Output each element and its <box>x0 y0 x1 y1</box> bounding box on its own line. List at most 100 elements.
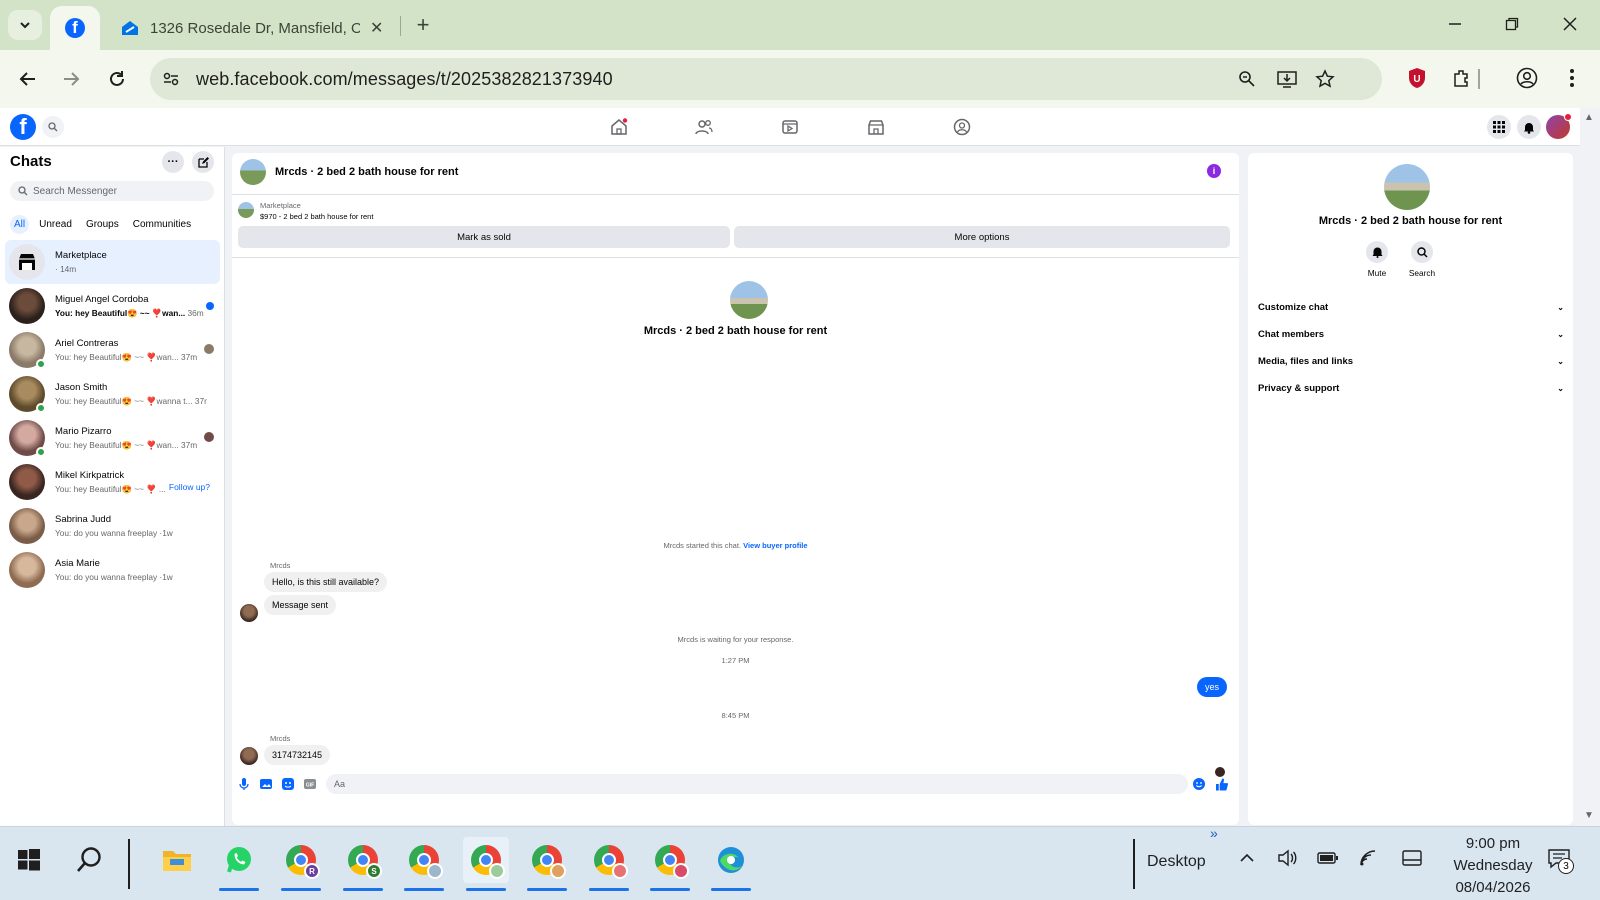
install-app-icon[interactable] <box>1276 68 1298 90</box>
restore-button[interactable] <box>1497 12 1527 36</box>
browser-menu-icon[interactable] <box>1559 65 1585 91</box>
search-messenger-input[interactable]: Search Messenger <box>10 181 214 201</box>
show-hidden-icons-chevron[interactable] <box>1238 849 1256 867</box>
listing-avatar[interactable] <box>240 159 266 185</box>
chat-item-miguel[interactable]: Miguel Angel Cordoba You: hey Beautiful😍… <box>5 284 220 328</box>
chrome-profile-4-button[interactable] <box>463 837 509 891</box>
chat-item-mikel[interactable]: Mikel Kirkpatrick You: hey Beautiful😍 ~~… <box>5 460 220 504</box>
tab-facebook[interactable]: f <box>50 6 100 50</box>
outgoing-message[interactable]: yes <box>1196 677 1227 697</box>
address-bar[interactable]: web.facebook.com/messages/t/202538282137… <box>150 58 1382 100</box>
like-thumb-icon[interactable] <box>1216 778 1228 790</box>
overflow-chevron-icon[interactable]: » <box>1210 825 1218 841</box>
extensions-icon[interactable] <box>1449 65 1475 91</box>
search-conversation-button[interactable]: Search <box>1402 241 1442 278</box>
volume-icon[interactable] <box>1277 849 1297 867</box>
scroll-down-arrow[interactable]: ▼ <box>1584 810 1594 821</box>
profile-badge: S <box>366 863 382 879</box>
incoming-message[interactable]: Message sent <box>264 595 337 615</box>
chrome-profile-5-button[interactable] <box>524 837 570 891</box>
home-nav-icon[interactable] <box>608 116 630 138</box>
whatsapp-button[interactable] <box>216 837 262 891</box>
groups-nav-icon[interactable] <box>951 116 973 138</box>
gif-icon[interactable]: GIF <box>304 778 316 790</box>
emoji-icon[interactable] <box>1193 778 1205 790</box>
new-tab-button[interactable]: + <box>410 12 436 38</box>
notification-center-button[interactable]: 3 <box>1548 849 1576 877</box>
incoming-message[interactable]: 3174732145 <box>264 745 331 765</box>
profile-badge-icon <box>489 863 505 879</box>
attach-image-icon[interactable] <box>260 778 272 790</box>
close-window-button[interactable] <box>1555 12 1585 36</box>
taskbar-search-button[interactable] <box>66 837 112 883</box>
touch-keyboard-icon[interactable] <box>1402 850 1422 866</box>
filter-communities[interactable]: Communities <box>129 215 195 234</box>
filter-groups[interactable]: Groups <box>82 215 123 234</box>
chrome-profile-7-button[interactable] <box>647 837 693 891</box>
listing-price[interactable]: $970 - 2 bed 2 bath house for rent <box>260 212 373 221</box>
file-explorer-button[interactable] <box>154 837 200 883</box>
sender-avatar[interactable] <box>240 604 258 622</box>
chat-members-section[interactable]: Chat members ⌄ <box>1258 323 1564 345</box>
filter-all[interactable]: All <box>10 215 30 234</box>
chats-options-button[interactable]: ··· <box>162 151 184 173</box>
forward-button[interactable] <box>58 66 84 92</box>
close-tab-icon[interactable]: ✕ <box>370 18 383 38</box>
marketplace-nav-icon[interactable] <box>865 116 887 138</box>
site-settings-icon[interactable] <box>160 68 182 90</box>
minimize-button[interactable] <box>1440 12 1470 36</box>
notifications-button[interactable] <box>1517 115 1541 139</box>
incoming-message[interactable]: Hello, is this still available? <box>264 572 388 592</box>
account-avatar[interactable] <box>1546 113 1572 139</box>
friends-nav-icon[interactable] <box>693 116 715 138</box>
zoom-icon[interactable] <box>1236 68 1258 90</box>
chrome-profile-r-button[interactable]: R <box>278 837 324 891</box>
back-button[interactable] <box>15 66 41 92</box>
edge-button[interactable] <box>708 837 754 891</box>
tab-rosedale[interactable]: 1326 Rosedale Dr, Mansfield, O ✕ <box>112 6 396 50</box>
follow-up-link[interactable]: Follow up? <box>169 482 210 492</box>
more-options-button[interactable]: More options <box>734 226 1230 248</box>
bookmark-star-icon[interactable] <box>1314 68 1336 90</box>
listing-thumbnail[interactable] <box>238 202 254 218</box>
info-icon[interactable]: i <box>1207 164 1221 178</box>
reload-button[interactable] <box>104 66 130 92</box>
chats-sidebar: Chats ··· Search Messenger All Unread Gr… <box>0 147 225 827</box>
video-nav-icon[interactable] <box>779 116 801 138</box>
facebook-search-button[interactable] <box>42 116 64 138</box>
battery-icon[interactable] <box>1317 851 1339 865</box>
desktop-label[interactable]: Desktop <box>1147 853 1206 871</box>
chat-item-jason[interactable]: Jason Smith You: hey Beautiful😍 ~~ ❣️wan… <box>5 372 220 416</box>
start-button[interactable] <box>6 837 52 883</box>
sender-avatar[interactable] <box>240 747 258 765</box>
menu-grid-button[interactable] <box>1487 115 1511 139</box>
view-buyer-profile-link[interactable]: View buyer profile <box>743 541 807 550</box>
tab-search-dropdown[interactable] <box>8 10 42 40</box>
media-files-links-section[interactable]: Media, files and links ⌄ <box>1258 350 1564 372</box>
scroll-up-arrow[interactable]: ▲ <box>1584 112 1594 123</box>
info-avatar[interactable] <box>1384 164 1430 210</box>
message-input[interactable]: Aa <box>326 774 1188 794</box>
microphone-icon[interactable] <box>238 778 250 790</box>
mark-as-sold-button[interactable]: Mark as sold <box>238 226 730 248</box>
chat-item-asia[interactable]: Asia Marie You: do you wanna freeplay ·1… <box>5 548 220 592</box>
sticker-icon[interactable] <box>282 778 294 790</box>
new-message-button[interactable] <box>192 151 214 173</box>
chat-item-marketplace[interactable]: Marketplace · 14m <box>5 240 220 284</box>
wifi-icon[interactable] <box>1359 849 1379 867</box>
chat-item-ariel[interactable]: Ariel Contreras You: hey Beautiful😍 ~~ ❣… <box>5 328 220 372</box>
ublock-extension-icon[interactable]: U <box>1404 65 1430 91</box>
privacy-support-section[interactable]: Privacy & support ⌄ <box>1258 377 1564 399</box>
chrome-profile-3-button[interactable] <box>401 837 447 891</box>
chat-item-mario[interactable]: Mario Pizarro You: hey Beautiful😍 ~~ ❣️w… <box>5 416 220 460</box>
chat-item-sabrina[interactable]: Sabrina Judd You: do you wanna freeplay … <box>5 504 220 548</box>
chrome-profile-s-button[interactable]: S <box>340 837 386 891</box>
profile-icon[interactable] <box>1514 65 1540 91</box>
conversation-title[interactable]: Mrcds · 2 bed 2 bath house for rent <box>275 166 458 178</box>
facebook-logo-icon[interactable]: f <box>10 114 36 140</box>
mute-button[interactable]: Mute <box>1357 241 1397 278</box>
filter-unread[interactable]: Unread <box>35 215 76 234</box>
system-clock[interactable]: 9:00 pm Wednesday 08/04/2026 <box>1438 833 1548 899</box>
customize-chat-section[interactable]: Customize chat ⌄ <box>1258 296 1564 318</box>
chrome-profile-6-button[interactable] <box>586 837 632 891</box>
